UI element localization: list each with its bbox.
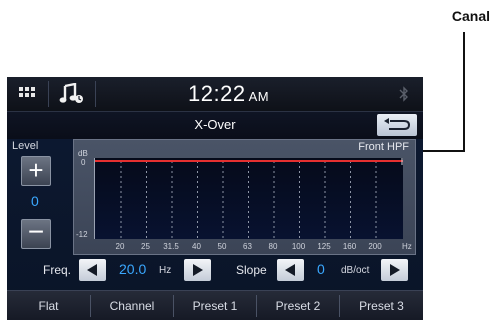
head-unit-screen: 12:22 AM X-Over Level + 0 − Front HPF dB … [7,77,423,320]
slope-increase-button[interactable] [381,259,408,281]
crossover-graph [94,158,403,239]
x-tick-label: 50 [217,242,227,251]
x-tick-label: 200 [368,242,382,251]
callout-label: Canal [451,8,490,24]
x-tick-label: 20 [115,242,125,251]
x-tick-label: 31.5 [163,242,179,251]
x-tick-label: 25 [141,242,150,251]
grid-menu-icon[interactable] [19,86,37,102]
callout-line [463,32,465,152]
arrow-left-icon [87,264,97,276]
slope-value: 0 [317,261,325,277]
arrow-left-icon [285,264,295,276]
clock-time: 12:22 [188,81,246,106]
freq-decrease-button[interactable] [79,259,106,281]
graph-plot [95,158,403,239]
freq-value: 20.0 [119,261,147,277]
y-axis-unit: dB [78,149,88,158]
level-decrease-button[interactable]: − [21,218,51,249]
x-tick-label: 63 [243,242,252,251]
y-axis-bottom-label: -12 [76,230,88,239]
tab-flat[interactable]: Flat [7,291,90,320]
music-source-icon[interactable] [59,82,85,105]
arrow-right-icon [390,264,400,276]
freq-unit: Hz [159,265,172,276]
clock: 12:22 AM [188,81,269,107]
level-label: Level [12,140,39,152]
divider [95,81,96,107]
x-tick-label: 80 [268,242,278,251]
tab-preset-3[interactable]: Preset 3 [340,291,423,320]
title-bar: X-Over [7,112,423,139]
tab-preset-1[interactable]: Preset 1 [174,291,256,320]
x-tick-label: 160 [342,242,357,251]
level-value: 0 [31,193,39,209]
tab-preset-2[interactable]: Preset 2 [257,291,339,320]
slope-unit: dB/oct [341,265,370,276]
freq-label: Freq. [43,263,72,277]
y-axis-top-label: 0 [81,158,86,167]
status-bar: 12:22 AM [7,77,423,112]
preset-bar: Flat Channel Preset 1 Preset 2 Preset 3 [7,290,423,320]
channel-name[interactable]: Front HPF [358,141,409,153]
slope-label: Slope [236,263,267,277]
tab-channel[interactable]: Channel [91,291,173,320]
x-tick-label: 100 [291,242,306,251]
x-axis-unit: Hz [402,242,412,251]
clock-ampm: AM [248,89,270,104]
arrow-right-icon [193,264,203,276]
slope-decrease-button[interactable] [277,259,304,281]
back-arrow-icon [384,118,411,130]
divider [48,81,49,107]
freq-increase-button[interactable] [184,259,211,281]
x-tick-label: 125 [317,242,331,251]
back-button[interactable] [377,114,417,136]
page-title: X-Over [194,117,236,132]
bluetooth-icon [399,86,409,102]
crossover-graph-panel: Front HPF dB 0 -12 20 25 31.5 40 50 63 80 100 12… [73,139,416,255]
level-increase-button[interactable]: + [21,156,51,186]
x-tick-label: 40 [192,242,201,251]
